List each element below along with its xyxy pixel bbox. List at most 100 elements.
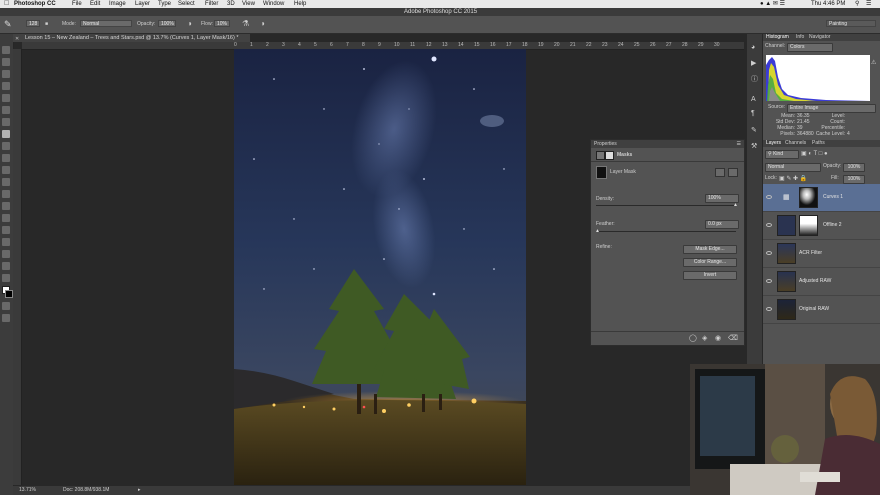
layer-mask-thumbnail[interactable] xyxy=(799,215,818,236)
tab-info[interactable]: Info xyxy=(796,34,804,41)
healing-tool-icon[interactable] xyxy=(2,118,10,126)
mask-edge-button[interactable]: Mask Edge... xyxy=(683,245,737,254)
layer-row-adjusted-raw[interactable]: Adjusted RAW xyxy=(763,268,880,296)
crop-tool-icon[interactable] xyxy=(2,94,10,102)
brush-size-picker[interactable]: 128 xyxy=(26,20,40,27)
density-slider[interactable] xyxy=(596,205,736,206)
info-icon[interactable]: ⓘ xyxy=(751,74,758,84)
layer-name[interactable]: Adjusted RAW xyxy=(799,278,831,284)
document-tab[interactable]: Lesson 15 – New Zealand – Trees and Star… xyxy=(13,34,250,42)
properties-header[interactable]: Properties ☰ xyxy=(591,140,744,148)
tool-presets-icon[interactable]: ⚒ xyxy=(751,142,757,150)
load-selection-icon[interactable]: ◯ xyxy=(689,334,697,342)
zoom-level[interactable]: 13.71% xyxy=(19,486,36,495)
menu-layer[interactable]: Layer xyxy=(135,0,150,8)
menu-type[interactable]: Type xyxy=(158,0,171,8)
lasso-tool-icon[interactable] xyxy=(2,70,10,78)
layer-row-original-raw[interactable]: Original RAW xyxy=(763,296,880,324)
color-range-button[interactable]: Color Range... xyxy=(683,258,737,267)
eye-icon[interactable] xyxy=(766,307,772,311)
paragraph-icon[interactable]: ¶ xyxy=(751,110,755,117)
lock-icons[interactable]: ▣ ✎ ✚ 🔒 xyxy=(779,175,807,182)
layer-mask-icon[interactable] xyxy=(605,151,614,160)
close-tab-icon[interactable]: ✕ xyxy=(15,36,19,42)
opacity-field[interactable]: 100% xyxy=(158,20,176,27)
tab-layers[interactable]: Layers xyxy=(766,140,781,147)
brush-settings-icon[interactable]: ✎ xyxy=(751,126,757,134)
apple-icon[interactable]:  xyxy=(4,0,9,8)
eraser-tool-icon[interactable] xyxy=(2,166,10,174)
layer-name[interactable]: Curves 1 xyxy=(823,194,843,200)
brush-tool-icon[interactable]: ✎ xyxy=(4,19,12,29)
layer-name[interactable]: ACR Filter xyxy=(799,250,822,256)
tab-paths[interactable]: Paths xyxy=(812,140,825,147)
eye-icon[interactable] xyxy=(766,223,772,227)
marquee-tool-icon[interactable] xyxy=(2,58,10,66)
filter-icons[interactable]: ▣ ◐ T □ ● xyxy=(801,150,828,157)
eye-icon[interactable] xyxy=(766,279,772,283)
menu-file[interactable]: File xyxy=(72,0,82,8)
move-tool-icon[interactable] xyxy=(2,46,10,54)
tab-navigator[interactable]: Navigator xyxy=(809,34,830,41)
density-slider-thumb-icon[interactable]: ▲ xyxy=(733,202,738,208)
layer-opacity-field[interactable]: 100% xyxy=(843,163,865,172)
gradient-tool-icon[interactable] xyxy=(2,178,10,186)
warning-icon[interactable]: ⚠ xyxy=(871,59,876,66)
menu-filter[interactable]: Filter xyxy=(205,0,218,8)
menu-edit[interactable]: Edit xyxy=(90,0,100,8)
character-icon[interactable]: A xyxy=(751,96,756,103)
search-icon[interactable]: ⚲ xyxy=(855,0,859,8)
layer-row-curves[interactable]: ▦ Curves 1 xyxy=(763,184,880,212)
screen-mode-icon[interactable] xyxy=(2,314,10,322)
layer-mask-thumbnail[interactable] xyxy=(799,187,818,208)
pen-tool-icon[interactable] xyxy=(2,214,10,222)
blur-tool-icon[interactable] xyxy=(2,190,10,198)
background-color-swatch[interactable] xyxy=(5,290,13,298)
type-tool-icon[interactable] xyxy=(2,226,10,234)
quick-select-tool-icon[interactable] xyxy=(2,82,10,90)
feather-slider[interactable] xyxy=(596,231,736,232)
shape-tool-icon[interactable] xyxy=(2,250,10,258)
blend-mode-select[interactable]: Normal xyxy=(765,163,821,172)
menu-select[interactable]: Select xyxy=(178,0,195,8)
pressure-opacity-icon[interactable]: ◑ xyxy=(187,19,192,28)
brush-panel-icon[interactable]: ■ xyxy=(45,21,48,27)
tab-histogram[interactable]: Histogram xyxy=(766,34,789,41)
status-menu-arrow-icon[interactable]: ▸ xyxy=(138,486,141,495)
path-select-tool-icon[interactable] xyxy=(2,238,10,246)
fill-field[interactable]: 100% xyxy=(843,175,865,184)
airbrush-icon[interactable]: ⚗ xyxy=(242,19,249,28)
feather-slider-thumb-icon[interactable]: ▲ xyxy=(595,228,600,234)
feather-field[interactable]: 0.0 px xyxy=(705,220,739,229)
workspace-switcher[interactable]: Painting xyxy=(826,20,876,27)
source-select[interactable]: Entire Image xyxy=(787,104,876,113)
menu-3d[interactable]: 3D xyxy=(227,0,235,8)
dodge-tool-icon[interactable] xyxy=(2,202,10,210)
menu-view[interactable]: View xyxy=(242,0,255,8)
zoom-tool-icon[interactable] xyxy=(2,274,10,282)
layer-name[interactable]: Original RAW xyxy=(799,306,829,312)
menu-help[interactable]: Help xyxy=(294,0,306,8)
filter-kind-select[interactable]: ⚲ Kind xyxy=(765,150,799,159)
clone-stamp-tool-icon[interactable] xyxy=(2,142,10,150)
menu-image[interactable]: Image xyxy=(109,0,126,8)
pixel-mask-icon[interactable] xyxy=(596,151,605,160)
mask-visibility-icon[interactable]: ◉ xyxy=(715,334,721,342)
select-mask-button[interactable] xyxy=(715,168,725,177)
flow-field[interactable]: 10% xyxy=(214,20,230,27)
pressure-size-icon[interactable]: ◑ xyxy=(260,19,265,28)
eye-icon[interactable] xyxy=(766,195,772,199)
menu-app-name[interactable]: Photoshop CC xyxy=(14,0,56,8)
canvas-image[interactable] xyxy=(234,49,526,485)
brush-tool-selected-icon[interactable] xyxy=(2,130,10,138)
history-icon[interactable]: ◕ xyxy=(751,44,755,51)
layer-name[interactable]: Offline 2 xyxy=(823,222,842,228)
layer-row-acr-filter[interactable]: ACR Filter xyxy=(763,240,880,268)
history-brush-tool-icon[interactable] xyxy=(2,154,10,162)
eyedropper-tool-icon[interactable] xyxy=(2,106,10,114)
quick-mask-icon[interactable] xyxy=(2,302,10,310)
mode-select[interactable]: Normal xyxy=(80,20,132,27)
notifications-icon[interactable]: ☰ xyxy=(866,0,871,8)
channel-select[interactable]: Colors xyxy=(787,43,833,52)
panel-menu-icon[interactable]: ☰ xyxy=(737,140,741,148)
